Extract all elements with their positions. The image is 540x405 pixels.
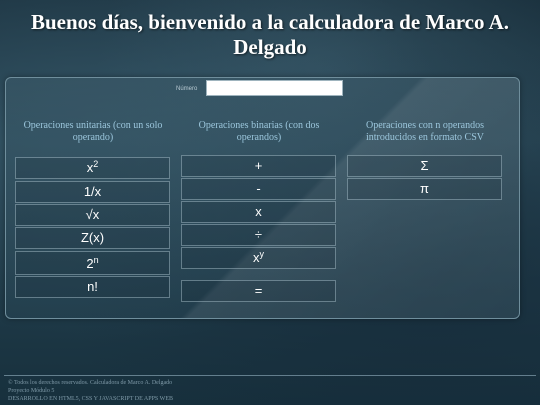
subtract-button-label: - — [256, 181, 261, 196]
sum-button-label: Σ — [420, 158, 429, 173]
multiply-button-label: x — [255, 204, 262, 219]
multiply-button[interactable]: x — [181, 201, 336, 223]
product-button[interactable]: π — [347, 178, 502, 200]
footer: © Todos los derechos reservados. Calcula… — [8, 379, 173, 403]
number-input[interactable] — [206, 80, 343, 96]
divide-button-label: ÷ — [254, 227, 263, 242]
square-button-sup: 2 — [93, 159, 99, 169]
equals-button[interactable]: = — [181, 280, 336, 302]
page-title: Buenos días, bienvenido a la calculadora… — [31, 10, 509, 59]
product-button-label: π — [420, 181, 429, 196]
power-of-two-button-label: 2 — [86, 256, 94, 271]
add-button[interactable]: + — [181, 155, 336, 177]
power-button-sup: y — [259, 249, 265, 259]
footer-course: DESARROLLO EN HTML5, CSS Y JAVASCRIPT DE… — [8, 396, 173, 402]
subtract-button[interactable]: - — [181, 178, 336, 200]
power-button[interactable]: xy — [181, 247, 336, 269]
reciprocal-button-label: 1/x — [83, 184, 102, 199]
power-of-two-button[interactable]: 2n — [15, 251, 170, 275]
power-of-two-button-sup: n — [93, 255, 99, 265]
sum-button[interactable]: Σ — [347, 155, 502, 177]
divide-button[interactable]: ÷ — [181, 224, 336, 246]
sqrt-button-label: √x — [85, 207, 100, 222]
zeta-button-label: Z(x) — [80, 230, 105, 245]
number-label: Número — [176, 86, 198, 92]
nary-heading: Operaciones con n operandos introducidos… — [365, 120, 485, 143]
factorial-button-label: n! — [87, 279, 98, 294]
unary-heading: Operaciones unitarias (con un solo opera… — [23, 120, 163, 143]
factorial-button[interactable]: n! — [15, 276, 170, 298]
zeta-button[interactable]: Z(x) — [15, 227, 170, 249]
sqrt-button[interactable]: √x — [15, 204, 170, 226]
footer-divider — [4, 375, 536, 376]
reciprocal-button[interactable]: 1/x — [15, 181, 170, 203]
footer-project: Proyecto Módulo 5 — [8, 388, 55, 394]
square-button[interactable]: x2 — [15, 157, 170, 179]
equals-button-label: = — [254, 283, 263, 298]
binary-heading: Operaciones binarias (con dos operandos) — [198, 120, 320, 143]
footer-copyright: © Todos los derechos reservados. Calcula… — [8, 380, 173, 386]
add-button-label: + — [254, 158, 263, 173]
